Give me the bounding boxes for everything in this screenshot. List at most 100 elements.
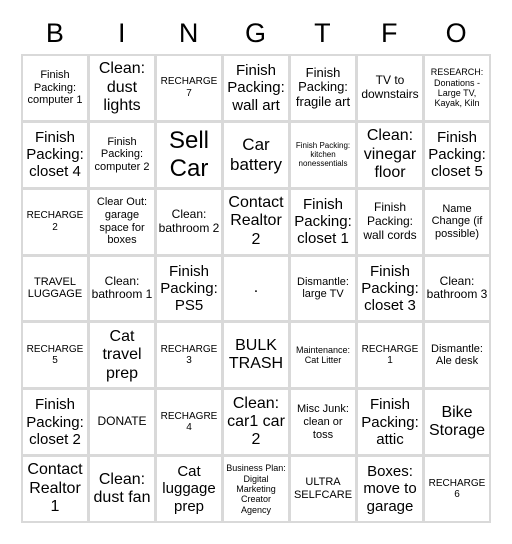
bingo-cell[interactable]: Bike Storage <box>425 390 489 455</box>
bingo-cell[interactable]: Clean: bathroom 2 <box>157 189 221 254</box>
bingo-cell-text: RECHARGE 6 <box>428 477 486 501</box>
bingo-cell[interactable]: Clean: dust lights <box>90 56 154 120</box>
bingo-cell-text: Dismantle: Ale desk <box>431 342 483 368</box>
bingo-cell-text: Clean: car1 car 2 <box>227 394 285 449</box>
bingo-cell[interactable]: Finish Packing: attic <box>358 390 422 455</box>
bingo-cell[interactable]: DONATE <box>90 390 154 455</box>
bingo-cell[interactable]: ULTRA SELFCARE <box>291 457 355 521</box>
bingo-cell-text: Clear Out: garage space for boxes <box>96 196 148 247</box>
bingo-cell-text: Finish Packing: closet 5 <box>428 128 486 181</box>
bingo-cell-text: DONATE <box>97 414 147 429</box>
header-letter: T <box>314 18 332 48</box>
bingo-cell[interactable]: Boxes: move to garage <box>358 457 422 521</box>
bingo-cell-text: Maintenance: Cat Litter <box>295 345 351 366</box>
bingo-cell[interactable]: RESEARCH: Donations - Large TV, Kayak, K… <box>425 56 489 120</box>
bingo-cell-text: Business Plan: Digital Marketing Creator… <box>226 463 286 515</box>
bingo-cell[interactable]: Car battery <box>224 122 288 187</box>
bingo-cell-text: Clean: vinegar floor <box>363 127 417 181</box>
bingo-cell[interactable]: Clean: dust fan <box>90 457 154 521</box>
bingo-cell[interactable]: Contact Realtor 2 <box>224 189 288 254</box>
bingo-cell[interactable]: Finish Packing: closet 2 <box>23 390 87 455</box>
bingo-cell[interactable]: Finish Packing: wall cords <box>358 189 422 254</box>
bingo-cell-text: Contact Realtor 2 <box>228 194 284 248</box>
bingo-cell[interactable]: Cat travel prep <box>90 323 154 388</box>
bingo-cell[interactable]: Finish Packing: computer 1 <box>23 56 87 120</box>
bingo-cell-text: RECHARGE 3 <box>160 343 218 367</box>
bingo-cell[interactable]: . <box>224 256 288 321</box>
bingo-cell[interactable]: Finish Packing: closet 4 <box>23 122 87 187</box>
bingo-cell[interactable]: TRAVEL LUGGAGE <box>23 256 87 321</box>
bingo-cell[interactable]: Finish Packing: closet 3 <box>358 256 422 321</box>
bingo-cell[interactable]: BULK TRASH <box>224 323 288 388</box>
bingo-cell-text: TRAVEL LUGGAGE <box>27 275 83 301</box>
bingo-cell-text: Finish Packing: kitchen nonessentials <box>295 140 351 169</box>
bingo-cell[interactable]: Dismantle: Ale desk <box>425 323 489 388</box>
bingo-cell-text: Clean: bathroom 2 <box>158 206 220 235</box>
bingo-cell[interactable]: Business Plan: Digital Marketing Creator… <box>224 457 288 521</box>
bingo-cell[interactable]: Clean: bathroom 1 <box>90 256 154 321</box>
bingo-cell[interactable]: RECHARGE 5 <box>23 323 87 388</box>
bingo-cell[interactable]: Finish Packing: wall art <box>224 56 288 120</box>
bingo-cell-text: Finish Packing: fragile art <box>295 64 351 110</box>
bingo-cell-text: Clean: bathroom 3 <box>426 273 488 302</box>
bingo-cell[interactable]: Clean: bathroom 3 <box>425 256 489 321</box>
bingo-header: BINGTFO <box>22 18 490 49</box>
bingo-cell[interactable]: Misc Junk: clean or toss <box>291 390 355 455</box>
bingo-cell-text: RECHARGE 7 <box>160 76 218 99</box>
header-letter: I <box>118 18 127 48</box>
bingo-cell-text: Boxes: move to garage <box>363 463 417 515</box>
bingo-cell-text: Finish Packing: PS5 <box>160 262 218 315</box>
bingo-cell-text: RECHARGE 5 <box>26 343 84 367</box>
bingo-cell-text: Finish Packing: closet 3 <box>361 262 419 315</box>
bingo-cell-text: Bike Storage <box>428 403 486 440</box>
bingo-cell-text: ULTRA SELFCARE <box>293 476 353 502</box>
bingo-cell[interactable]: Clean: vinegar floor <box>358 122 422 187</box>
bingo-cell-text: Dismantle: large TV <box>297 275 349 301</box>
bingo-cell-text: . <box>253 279 259 297</box>
bingo-cell[interactable]: TV to downstairs <box>358 56 422 120</box>
bingo-cell[interactable]: RECHARGE 7 <box>157 56 221 120</box>
header-letter: O <box>445 18 468 48</box>
bingo-cell[interactable]: Contact Realtor 1 <box>23 457 87 521</box>
bingo-cell[interactable]: Finish Packing: computer 2 <box>90 122 154 187</box>
bingo-cell-text: BULK TRASH <box>228 336 284 373</box>
bingo-cell[interactable]: RECHARGE 1 <box>358 323 422 388</box>
bingo-cell[interactable]: Sell Car <box>157 122 221 187</box>
bingo-cell[interactable]: Finish Packing: kitchen nonessentials <box>291 122 355 187</box>
bingo-cell-text: RECHARGE 2 <box>26 210 84 233</box>
bingo-cell-text: Clean: dust lights <box>98 60 146 115</box>
bingo-cell-text: Finish Packing: closet 1 <box>294 195 352 248</box>
bingo-cell[interactable]: Dismantle: large TV <box>291 256 355 321</box>
bingo-cell-text: Cat travel prep <box>102 327 142 382</box>
bingo-cell[interactable]: RECHARGE 2 <box>23 189 87 254</box>
bingo-cell[interactable]: RECHARGE 3 <box>157 323 221 388</box>
bingo-cell-text: Contact Realtor 1 <box>27 461 83 516</box>
bingo-cell[interactable]: Clean: car1 car 2 <box>224 390 288 455</box>
header-letter: N <box>178 18 200 48</box>
bingo-cell-text: Finish Packing: wall art <box>227 62 285 114</box>
bingo-cell-text: Finish Packing: computer 2 <box>94 135 150 174</box>
bingo-cell[interactable]: Cat luggage prep <box>157 457 221 521</box>
bingo-cell[interactable]: Maintenance: Cat Litter <box>291 323 355 388</box>
bingo-cell-text: RECHAGRE 4 <box>160 410 218 434</box>
bingo-cell-text: Car battery <box>230 135 282 174</box>
bingo-cell[interactable]: Clear Out: garage space for boxes <box>90 189 154 254</box>
bingo-cell-text: Finish Packing: closet 4 <box>26 128 84 181</box>
bingo-cell-text: Finish Packing: attic <box>361 396 419 448</box>
bingo-cell-text: Clean: dust fan <box>93 470 151 507</box>
bingo-cell[interactable]: Finish Packing: fragile art <box>291 56 355 120</box>
header-letter: B <box>45 18 65 48</box>
bingo-cell-text: Misc Junk: clean or toss <box>297 403 349 441</box>
bingo-cell[interactable]: RECHARGE 6 <box>425 457 489 521</box>
bingo-cell-text: Clean: bathroom 1 <box>91 273 153 302</box>
bingo-cell[interactable]: Finish Packing: PS5 <box>157 256 221 321</box>
bingo-cell-text: Sell Car <box>168 127 210 182</box>
bingo-cell[interactable]: Finish Packing: closet 1 <box>291 189 355 254</box>
bingo-cell[interactable]: RECHAGRE 4 <box>157 390 221 455</box>
bingo-cell[interactable]: Finish Packing: closet 5 <box>425 122 489 187</box>
bingo-cell-text: Finish Packing: computer 1 <box>27 68 83 107</box>
bingo-cell-text: Name Change (if possible) <box>431 202 483 240</box>
bingo-cell[interactable]: Name Change (if possible) <box>425 189 489 254</box>
bingo-cell-text: Finish Packing: closet 2 <box>26 396 84 448</box>
bingo-cell-text: Cat luggage prep <box>162 463 216 515</box>
